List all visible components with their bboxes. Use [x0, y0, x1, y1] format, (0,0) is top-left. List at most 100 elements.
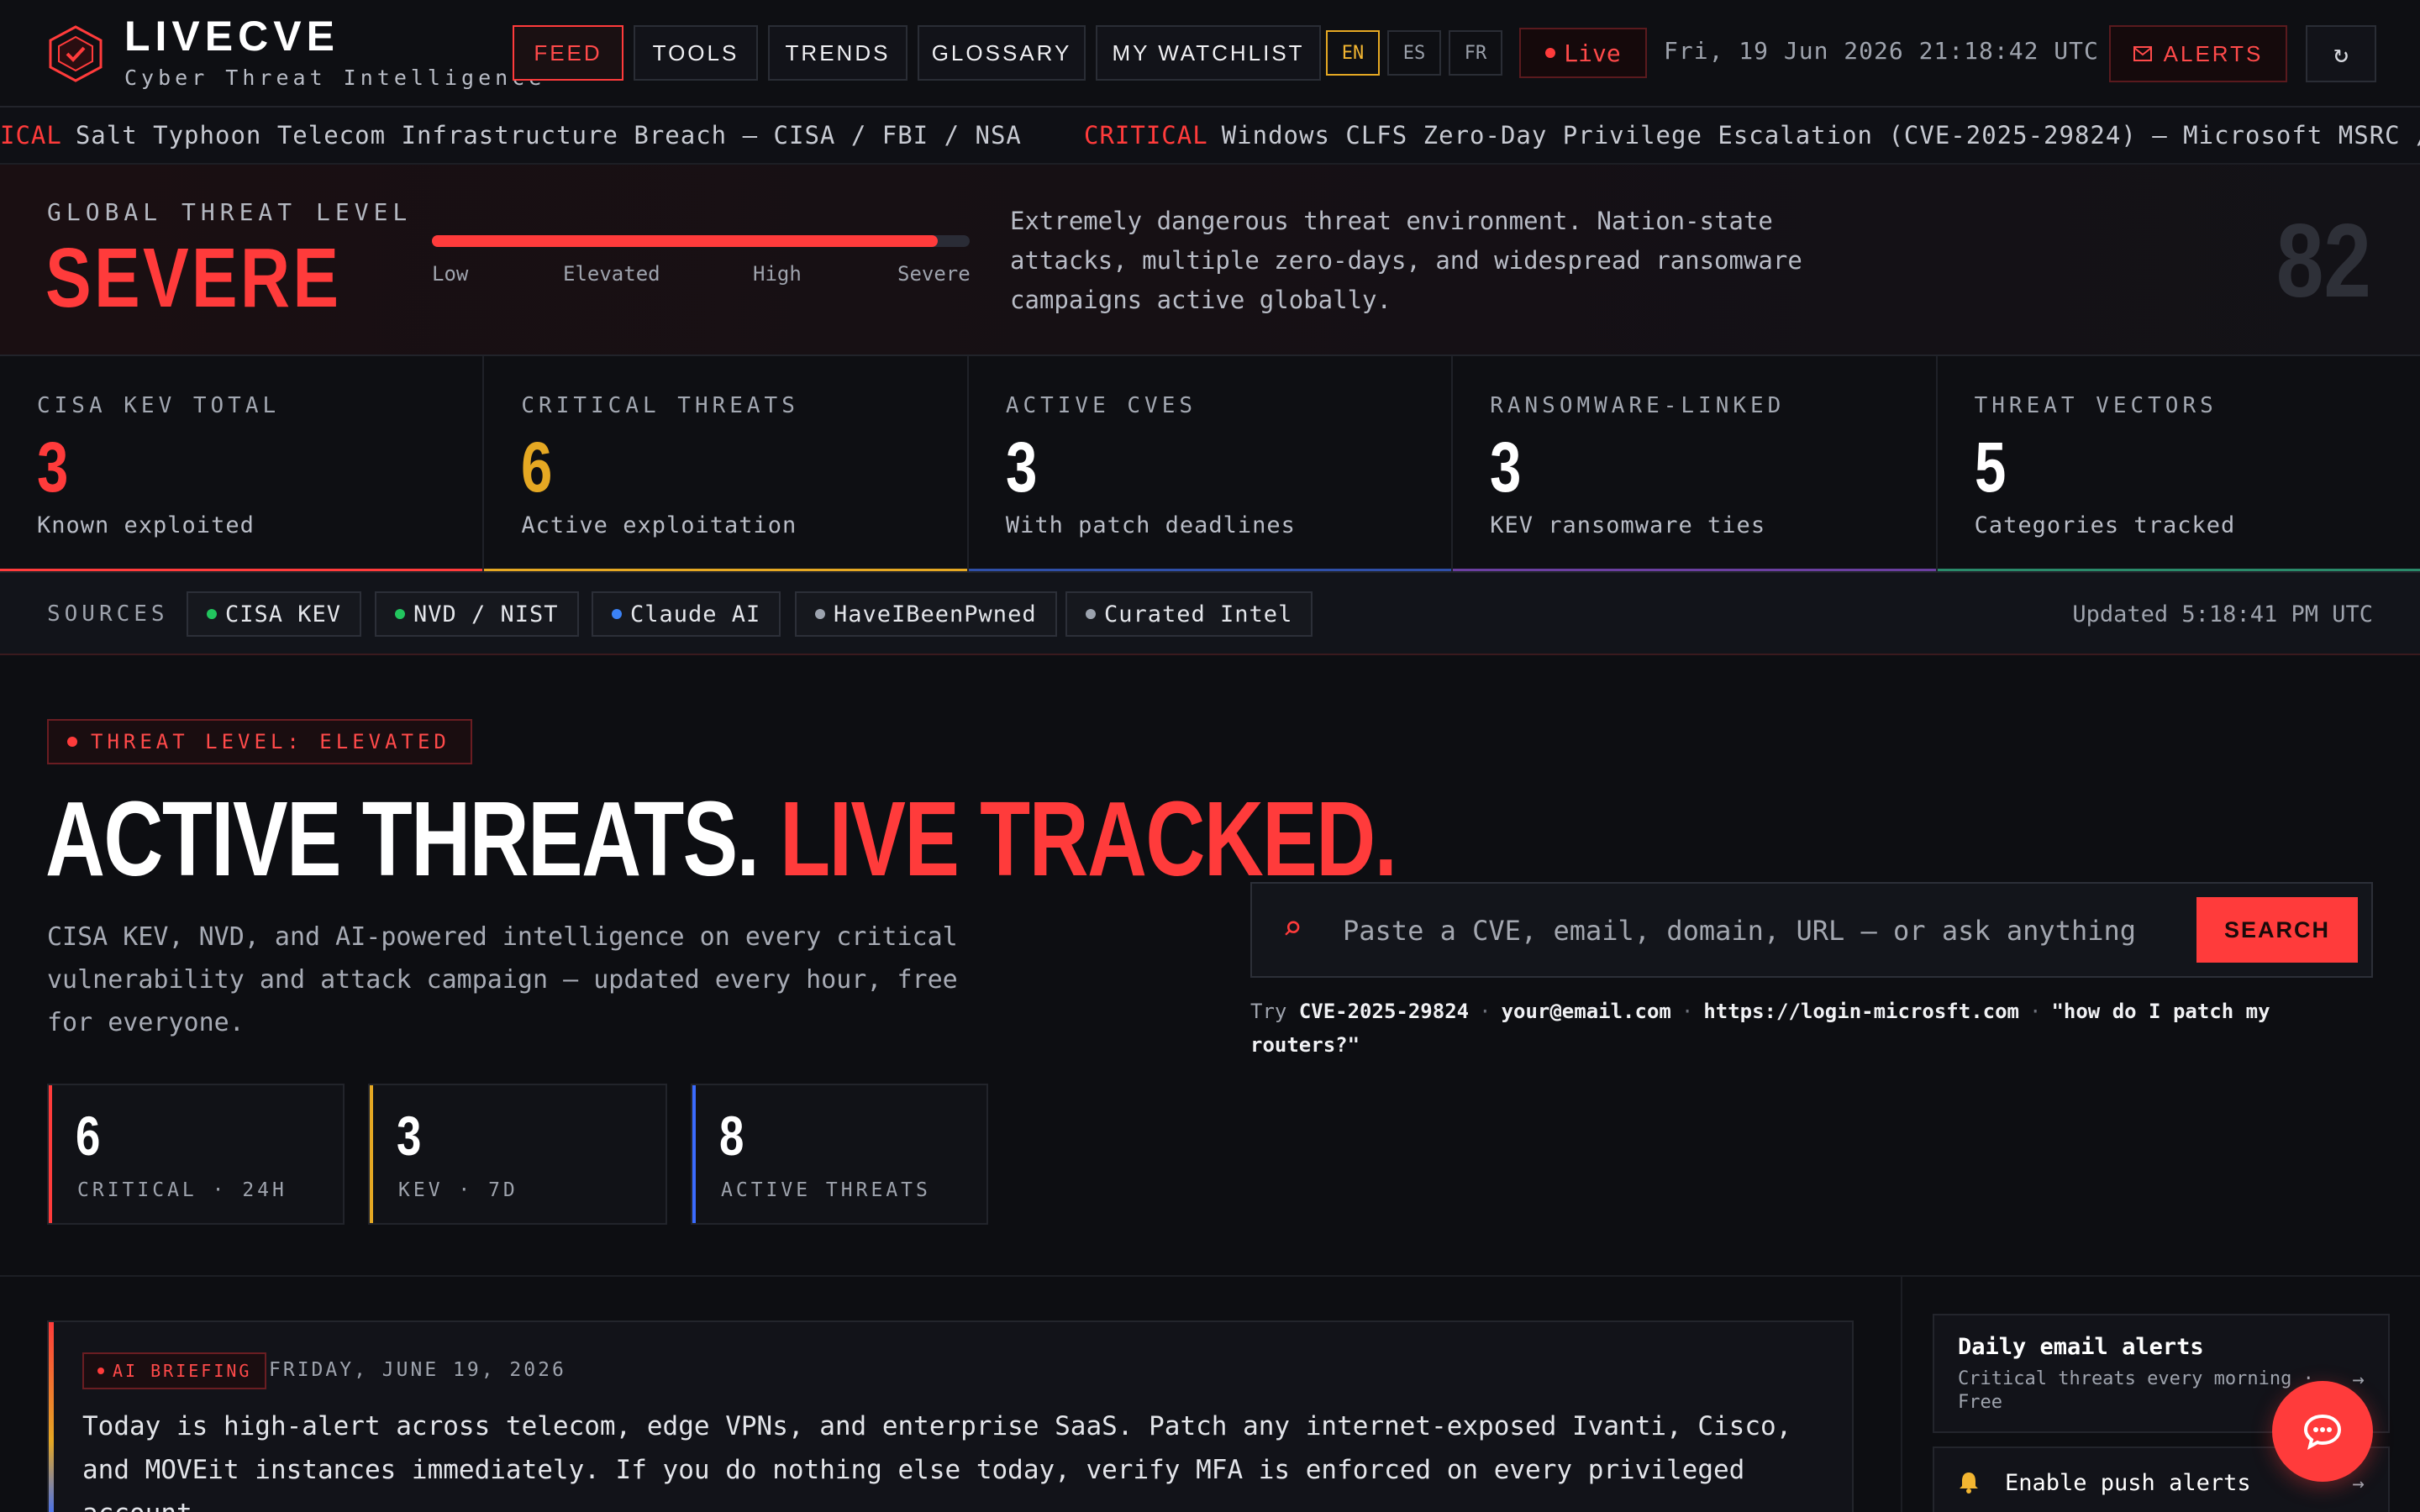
stat-active-cves[interactable]: ACTIVE CVES 3 With patch deadlines [968, 356, 1454, 571]
source-name: Curated Intel [1104, 601, 1293, 627]
source-chip-nvd[interactable]: NVD / NIST [375, 591, 579, 637]
stat-cisa-kev-total[interactable]: CISA KEV TOTAL 3 Known exploited [0, 356, 485, 571]
stat-subtitle: Known exploited [37, 512, 255, 538]
source-chip-claude-ai[interactable]: Claude AI [592, 591, 781, 637]
sources-bar: SOURCES CISA KEV NVD / NIST Claude AI Ha… [0, 573, 2420, 655]
status-dot-icon [395, 609, 405, 619]
mini-stat-critical[interactable]: 6 CRITICAL · 24H [47, 1084, 345, 1225]
hero-badge-label: THREAT LEVEL: ELEVATED [91, 730, 450, 753]
threat-meter [432, 235, 970, 247]
bell-icon [1960, 1473, 1978, 1494]
source-chip-curated-intel[interactable]: Curated Intel [1065, 591, 1313, 637]
stat-accent-bar [1453, 569, 1936, 571]
stat-label: ACTIVE CVES [1005, 393, 1197, 418]
hero-subtitle: CISA KEV, NVD, and AI-powered intelligen… [47, 922, 958, 1037]
search-examples: Try CVE-2025-29824 · your@email.com · https:… [1250, 1000, 2270, 1057]
mini-stat-accent [692, 1085, 696, 1223]
mini-stat-accent [49, 1085, 52, 1223]
threat-level-value: SEVERE [45, 231, 342, 325]
threat-score: 82 [2275, 203, 2371, 319]
example-cve[interactable]: CVE-2025-29824 [1299, 1000, 1469, 1023]
meter-label-elevated: Elevated [563, 262, 660, 286]
mini-stat-accent [370, 1085, 373, 1223]
mini-stat-active-threats[interactable]: 8 ACTIVE THREATS [691, 1084, 988, 1225]
stat-label: RANSOMWARE-LINKED [1490, 393, 1786, 418]
stat-critical-threats[interactable]: CRITICAL THREATS 6 Active exploitation [484, 356, 969, 571]
source-name: NVD / NIST [413, 601, 559, 627]
lang-es[interactable]: ES [1387, 30, 1441, 76]
nav-feed[interactable]: FEED [513, 25, 623, 81]
chat-button[interactable] [2272, 1381, 2373, 1482]
stat-accent-bar [0, 569, 483, 571]
nav-trends[interactable]: TRENDS [768, 25, 908, 81]
stat-label: CRITICAL THREATS [521, 393, 799, 418]
source-name: HaveIBeenPwned [834, 601, 1037, 627]
hero-title-white: ACTIVE THREATS. [45, 780, 760, 898]
ticker-item[interactable]: ICAL Salt Typhoon Telecom Infrastructure … [0, 121, 1022, 150]
search-button[interactable]: SEARCH [2196, 897, 2358, 963]
meter-label-severe: Severe [897, 262, 971, 286]
stat-threat-vectors[interactable]: THREAT VECTORS 5 Categories tracked [1937, 356, 2420, 571]
status-dot-icon [1086, 609, 1096, 619]
nav-my-watchlist[interactable]: MY WATCHLIST [1096, 25, 1321, 81]
alerts-button[interactable]: ALERTS [2109, 25, 2287, 82]
badge-dot-icon [97, 1368, 104, 1374]
refresh-button[interactable]: ↻ [2306, 25, 2376, 82]
hero-title: ACTIVE THREATS. LIVE TRACKED. [45, 778, 1397, 900]
alerts-label: ALERTS [2163, 40, 2264, 66]
mini-stat-value: 8 [719, 1105, 744, 1167]
status-dot-icon [207, 609, 217, 619]
ai-briefing-badge: AI BRIEFING [82, 1352, 267, 1389]
source-chip-haveibeenpwned[interactable]: HaveIBeenPwned [795, 591, 1057, 637]
stat-accent-bar [968, 569, 1452, 571]
stat-accent-bar [1937, 569, 2420, 571]
shield-logo-icon[interactable] [47, 25, 104, 82]
hero-threat-badge: THREAT LEVEL: ELEVATED [47, 719, 472, 764]
stat-ransomware-linked[interactable]: RANSOMWARE-LINKED 3 KEV ransomware ties [1453, 356, 1938, 571]
mini-stat-value: 3 [397, 1105, 422, 1167]
source-chip-cisa-kev[interactable]: CISA KEV [187, 591, 362, 637]
example-email[interactable]: your@email.com [1502, 1000, 1671, 1023]
mini-stat-label: CRITICAL · 24H [77, 1179, 287, 1201]
lang-en[interactable]: EN [1326, 30, 1380, 76]
chat-bubble-icon [2303, 1414, 2342, 1450]
ticker-severity: CRITICAL [1084, 121, 1208, 150]
search-input[interactable] [1343, 904, 2183, 958]
source-name: CISA KEV [225, 601, 342, 627]
arrow-right-icon: → [2352, 1472, 2365, 1495]
ai-briefing-card: AI BRIEFING FRIDAY, JUNE 19, 2026 Today … [47, 1320, 1854, 1512]
briefing-text: Today is high-alert across telecom, edge… [82, 1411, 1792, 1512]
stat-accent-bar [484, 569, 967, 571]
try-label: Try [1250, 1000, 1287, 1023]
mini-stat-kev[interactable]: 3 KEV · 7D [368, 1084, 667, 1225]
nav-glossary[interactable]: GLOSSARY [918, 25, 1086, 81]
live-indicator[interactable]: Live [1519, 28, 1647, 78]
live-dot-icon [1545, 48, 1556, 58]
mini-stat-label: KEV · 7D [398, 1179, 518, 1201]
utc-clock: Fri, 19 Jun 2026 21:18:42 UTC [1664, 37, 2099, 65]
status-dot-icon [815, 609, 825, 619]
lang-fr[interactable]: FR [1449, 30, 1502, 76]
meter-label-high: High [753, 262, 802, 286]
last-updated: Updated 5:18:41 PM UTC [2072, 601, 2373, 627]
stat-value: 6 [521, 428, 553, 507]
status-dot-icon [612, 609, 622, 619]
nav-tools[interactable]: TOOLS [634, 25, 758, 81]
global-threat-level-panel: GLOBAL THREAT LEVEL SEVERE Low Elevated … [0, 165, 2420, 356]
mini-stat-label: ACTIVE THREATS [721, 1179, 931, 1201]
stat-subtitle: KEV ransomware ties [1490, 512, 1766, 538]
threat-meter-fill [432, 235, 938, 247]
stat-value: 3 [1490, 428, 1522, 507]
example-url[interactable]: https://login-microsft.com [1703, 1000, 2019, 1023]
source-name: Claude AI [630, 601, 761, 627]
top-nav: LIVECVE Cyber Threat Intelligence FEED T… [0, 0, 2420, 108]
ticker-item[interactable]: CRITICAL Windows CLFS Zero-Day Privilege … [1084, 121, 2420, 150]
briefing-badge-label: AI BRIEFING [113, 1361, 252, 1381]
refresh-icon: ↻ [2333, 39, 2349, 69]
email-alerts-title: Daily email alerts [1958, 1334, 2204, 1360]
ticker-text: Windows CLFS Zero-Day Privilege Escalati… [1221, 121, 2420, 150]
briefing-accent-bar [49, 1322, 54, 1512]
brand-name[interactable]: LIVECVE [124, 12, 339, 60]
threat-level-label: GLOBAL THREAT LEVEL [47, 198, 413, 226]
live-label: Live [1564, 39, 1621, 67]
